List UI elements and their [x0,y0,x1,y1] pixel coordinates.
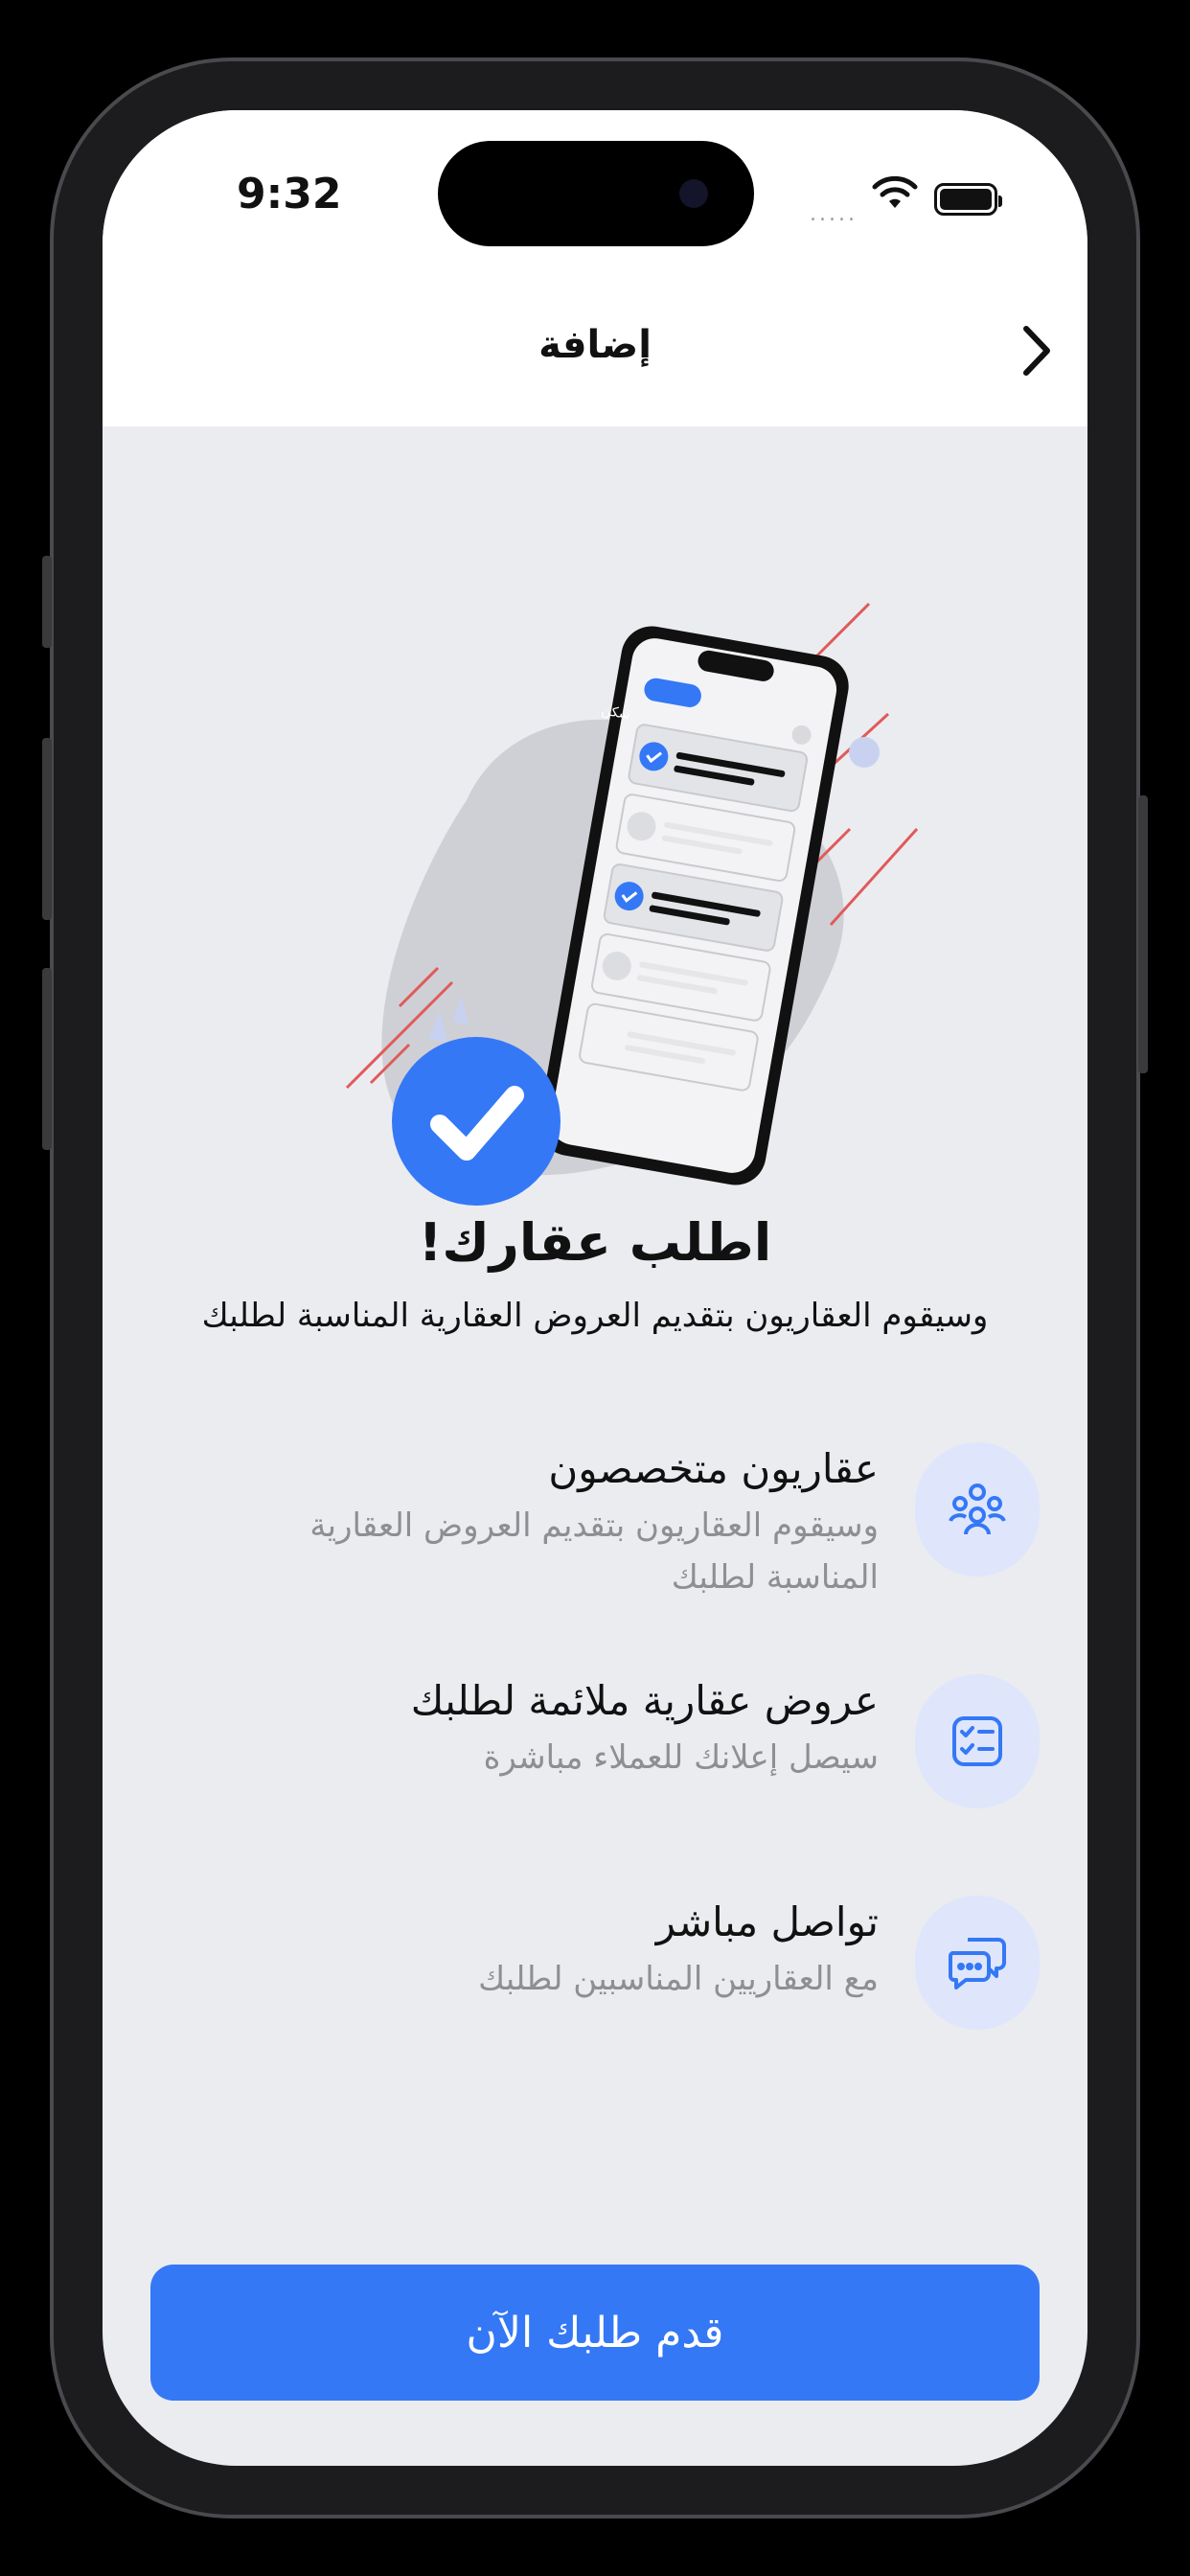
battery-icon [934,183,1002,216]
feature-text: عروض عقارية ملائمة لطلبك سيصل إعلانك للع… [208,1674,879,1783]
feature-icon-container [915,1896,1040,2030]
app-screen: 9:32 ..... إضافة سكن اطلب عقارك! وسيقوم … [103,110,1087,2466]
page-title: إضافة [538,323,652,367]
cellular-signal-icon: ..... [810,202,858,226]
chevron-right-icon[interactable] [1013,319,1059,382]
checklist-icon [952,1716,1002,1766]
side-button-volume-down [42,968,52,1150]
header-area: 9:32 ..... إضافة [103,110,1087,426]
feature-icon-container [915,1442,1040,1576]
battery-level [940,189,992,210]
battery-cap [998,196,1002,207]
feature-description: وسيقوم العقاريون بتقديم العروض العقارية … [309,1506,879,1597]
status-time: 9:32 [237,170,342,218]
decor-dot-right [849,737,880,768]
side-button-power [1138,795,1148,1073]
submit-request-button[interactable]: قدم طلبك الآن [150,2265,1040,2401]
dynamic-island [438,141,754,246]
feature-item-direct-contact: تواصل مباشر مع العقاريين المناسبين لطلبك [103,1896,1087,2030]
feature-description: سيصل إعلانك للعملاء مباشرة [483,1738,879,1777]
chat-bubbles-icon [948,1938,1006,1990]
hero-illustration: سكن [345,602,919,1206]
people-group-icon [949,1484,1006,1535]
feature-text: تواصل مباشر مع العقاريين المناسبين لطلبك [208,1896,879,2005]
feature-icon-container [915,1674,1040,1808]
phone-illustration [538,626,849,1185]
hero-title: اطلب عقارك! [418,1212,772,1273]
feature-text: عقاريون متخصصون وسيقوم العقاريون بتقديم … [208,1442,879,1603]
feature-title: عقاريون متخصصون [548,1445,879,1492]
feature-item-offers: عروض عقارية ملائمة لطلبك سيصل إعلانك للع… [103,1674,1087,1808]
side-button-volume-up [42,738,52,920]
feature-item-specialists: عقاريون متخصصون وسيقوم العقاريون بتقديم … [103,1442,1087,1615]
feature-title: عروض عقارية ملائمة لطلبك [410,1677,879,1724]
feature-description: مع العقاريين المناسبين لطلبك [478,1960,879,1998]
check-badge-icon [392,1037,561,1206]
camera-icon [679,179,708,208]
wifi-icon [872,175,918,208]
side-button-action [42,556,52,648]
feature-title: تواصل مباشر [655,1898,879,1945]
hero-subtitle: وسيقوم العقاريون بتقديم العروض العقارية … [201,1297,989,1335]
